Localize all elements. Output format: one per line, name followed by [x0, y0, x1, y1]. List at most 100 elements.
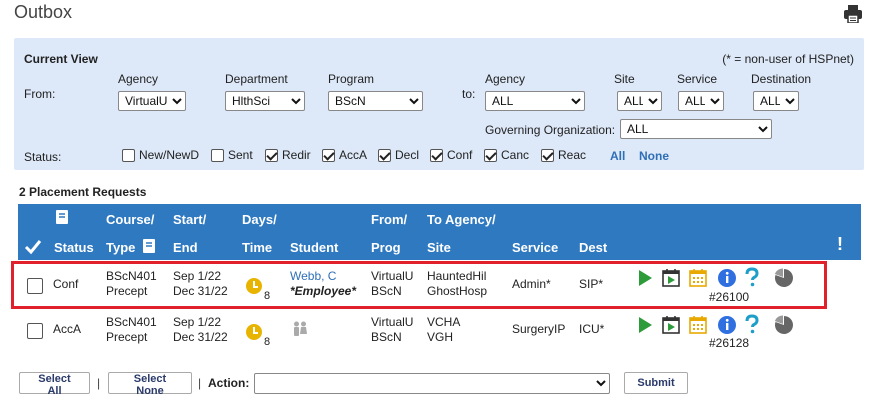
checkbox-box[interactable] — [484, 148, 497, 162]
table-header: Status Course/ Type Start/ End Days/ Tim… — [18, 204, 861, 260]
header-start[interactable]: Start/ — [173, 212, 206, 227]
checkbox-box[interactable] — [378, 148, 391, 162]
row-reference-number: #26100 — [709, 290, 750, 304]
action-select[interactable] — [254, 373, 610, 394]
header-to-agency[interactable]: To Agency/ — [427, 212, 496, 227]
checkbox-box[interactable] — [265, 148, 278, 162]
status-checkbox-acca[interactable]: AccA — [322, 148, 367, 162]
status-checkbox-canc[interactable]: Canc — [484, 148, 529, 162]
row-end: Dec 31/22 — [173, 330, 228, 344]
row-to-agency: VCHA — [427, 315, 461, 329]
checkmark-icon[interactable] — [24, 239, 42, 255]
row-service: Admin* — [512, 277, 551, 291]
clock-icon[interactable] — [246, 324, 262, 340]
select-none-button[interactable]: Select None — [108, 372, 192, 397]
row-prog: BScN — [371, 284, 402, 298]
header-dest[interactable]: Dest — [579, 240, 607, 255]
checkbox-box[interactable] — [322, 148, 335, 162]
from-agency-select[interactable]: VirtualU — [118, 91, 186, 111]
header-status[interactable]: Status — [54, 240, 94, 255]
header-course[interactable]: Course/ — [106, 212, 154, 227]
status-checkbox-reac[interactable]: Reac — [541, 148, 586, 162]
from-label: From: — [24, 87, 56, 101]
non-user-note: (* = non-user of HSPnet) — [722, 52, 854, 66]
help-icon[interactable] — [742, 267, 762, 287]
current-view-panel: Current View (* = non-user of HSPnet) Fr… — [14, 38, 864, 170]
row-site: GhostHosp — [427, 284, 488, 298]
header-site[interactable]: Site — [427, 240, 451, 255]
separator: | — [97, 376, 101, 390]
from-department-select[interactable]: HlthSci — [225, 91, 305, 111]
submit-button[interactable]: Submit — [624, 372, 688, 394]
clock-icon[interactable] — [246, 278, 262, 294]
help-icon[interactable] — [742, 314, 762, 334]
header-end[interactable]: End — [173, 240, 198, 255]
action-label: Action: — [208, 376, 250, 390]
status-checkbox-sent[interactable]: Sent — [211, 148, 253, 162]
info-icon[interactable] — [717, 268, 737, 288]
checkbox-box[interactable] — [211, 148, 224, 162]
select-all-button[interactable]: Select All — [19, 372, 90, 397]
current-view-label: Current View — [24, 52, 98, 66]
to-destination-select[interactable]: ALL — [753, 91, 799, 111]
header-days[interactable]: Days/ — [242, 212, 277, 227]
status-none-link[interactable]: None — [639, 149, 669, 163]
print-icon[interactable] — [843, 5, 863, 23]
row-type: Precept — [106, 284, 148, 298]
to-site-label: Site — [614, 72, 635, 86]
header-service[interactable]: Service — [512, 240, 558, 255]
book-icon — [143, 239, 155, 253]
status-checkbox-new[interactable]: New/NewD — [122, 148, 199, 162]
play-icon[interactable] — [635, 268, 655, 288]
from-agency-label: Agency — [118, 72, 159, 86]
to-site-select[interactable]: ALL — [617, 91, 662, 111]
from-program-label: Program — [328, 72, 375, 86]
header-student[interactable]: Student — [290, 240, 338, 255]
row-student-name[interactable]: Webb, C — [290, 269, 336, 284]
to-agency-select[interactable]: ALL — [485, 91, 585, 111]
book-icon — [56, 210, 68, 224]
pie-chart-icon[interactable] — [774, 315, 794, 335]
to-service-select[interactable]: ALL — [678, 91, 724, 111]
calendar-icon[interactable] — [688, 268, 708, 288]
page-title: Outbox — [14, 2, 73, 22]
status-checkbox-decl[interactable]: Decl — [378, 148, 419, 162]
checkbox-box[interactable] — [122, 148, 135, 162]
gov-org-label: Governing Organization: — [485, 123, 616, 137]
header-time[interactable]: Time — [242, 240, 272, 255]
row-days: 8 — [264, 290, 271, 302]
checkbox-box[interactable] — [430, 148, 443, 162]
header-prog[interactable]: Prog — [371, 240, 401, 255]
calendar-play-icon[interactable] — [661, 315, 681, 335]
to-agency-label: Agency — [485, 72, 526, 86]
row-start: Sep 1/22 — [173, 315, 222, 329]
row-service: SurgeryIP — [512, 322, 566, 336]
status-checkbox-redir[interactable]: Redir — [265, 148, 311, 162]
play-icon[interactable] — [635, 315, 655, 335]
row-site: VGH — [427, 330, 454, 344]
row-dest: ICU* — [579, 322, 605, 336]
row-select-checkbox[interactable] — [27, 278, 43, 294]
row-from: VirtualU — [371, 269, 414, 283]
alert-icon: ! — [837, 234, 843, 254]
pie-chart-icon[interactable] — [774, 268, 794, 288]
row-start: Sep 1/22 — [173, 269, 222, 283]
row-status: Conf — [53, 277, 79, 291]
calendar-play-icon[interactable] — [661, 268, 681, 288]
checkbox-box[interactable] — [541, 148, 554, 162]
to-label: to: — [462, 87, 476, 101]
status-all-link[interactable]: All — [610, 149, 625, 163]
people-icon[interactable] — [292, 321, 308, 339]
table-row: AccA BScN401 Precept Sep 1/22 Dec 31/22 … — [18, 310, 861, 360]
row-dest: SIP* — [579, 277, 604, 291]
status-checkbox-conf[interactable]: Conf — [430, 148, 472, 162]
gov-org-select[interactable]: ALL — [620, 119, 772, 139]
from-program-select[interactable]: BScN — [328, 91, 423, 111]
header-type[interactable]: Type — [106, 240, 135, 255]
row-reference-number: #26128 — [709, 336, 750, 350]
header-from[interactable]: From/ — [371, 212, 407, 227]
calendar-icon[interactable] — [688, 315, 708, 335]
row-select-checkbox[interactable] — [27, 323, 43, 339]
to-destination-label: Destination — [751, 72, 812, 86]
info-icon[interactable] — [717, 315, 737, 335]
